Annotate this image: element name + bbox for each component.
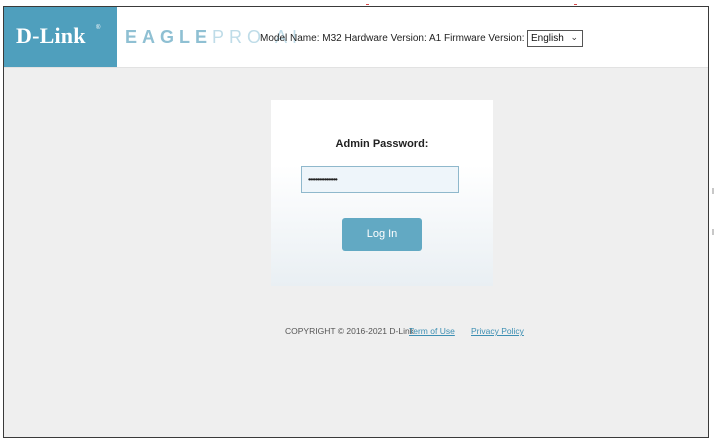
logo-text: D-Link xyxy=(16,23,86,48)
registered-mark: ® xyxy=(96,25,101,31)
terms-of-use-link[interactable]: Term of Use xyxy=(409,326,455,336)
copyright-text: COPYRIGHT © 2016-2021 D-Link xyxy=(285,326,414,336)
edge-mark xyxy=(712,229,714,235)
privacy-policy-link[interactable]: Privacy Policy xyxy=(471,326,524,336)
admin-password-input[interactable]: •••••••••••••••• xyxy=(301,166,459,193)
chevron-down-icon: ⌄ xyxy=(570,32,578,42)
login-button[interactable]: Log In xyxy=(342,218,422,251)
dlink-logo: D-Link ® xyxy=(4,7,117,67)
decorative-mark xyxy=(366,4,369,5)
page-header: D-Link ® EAGLEPRO AI Model Name: M32 Har… xyxy=(4,7,708,68)
language-select[interactable]: English ⌄ xyxy=(527,30,583,47)
edge-mark xyxy=(712,188,714,194)
language-select-value: English xyxy=(531,33,564,44)
router-login-page: D-Link ® EAGLEPRO AI Model Name: M32 Har… xyxy=(3,6,709,438)
admin-password-label: Admin Password: xyxy=(335,138,429,150)
product-name-eagle: EAGLE xyxy=(125,27,213,47)
decorative-mark xyxy=(574,4,577,5)
login-card: Admin Password: •••••••••••••••• Log In xyxy=(271,100,493,286)
model-info: Model Name: M32 Hardware Version: A1 Fir… xyxy=(260,33,561,44)
